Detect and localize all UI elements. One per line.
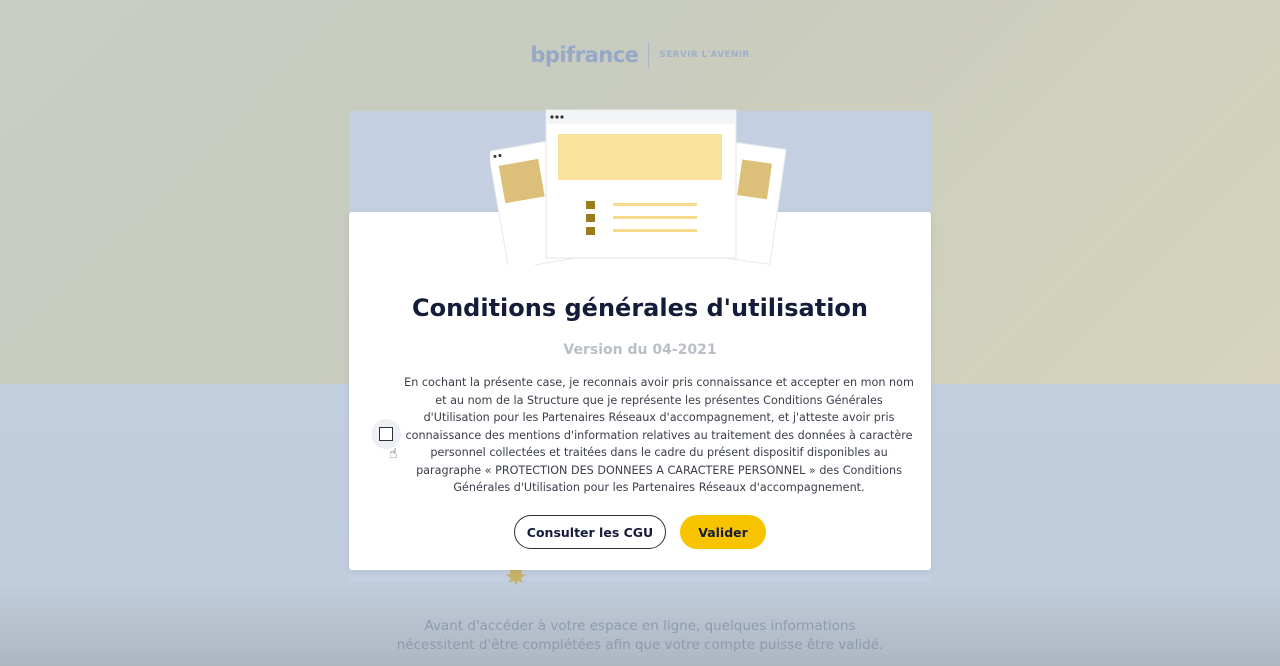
cgu-version: Version du 04-2021: [563, 342, 717, 358]
consult-cgu-button[interactable]: Consulter les CGU: [514, 515, 666, 549]
validate-button[interactable]: Valider: [680, 515, 766, 549]
modal-title: Conditions générales d'utilisation: [411, 294, 869, 322]
logo-divider: [648, 42, 650, 68]
brand-header: bpifrance SERVIR L'AVENIR: [0, 40, 1280, 70]
background-intro-paragraph: Avant d'accéder à votre espace en ligne,…: [396, 618, 884, 653]
background-intro-text: Avant d'accéder à votre espace en ligne,…: [0, 617, 1280, 655]
consent-checkbox[interactable]: [379, 427, 393, 441]
consent-checkbox-container[interactable]: [371, 419, 401, 449]
center-document-icon: [545, 109, 737, 259]
hand-cursor-icon: ☝: [389, 446, 398, 462]
documents-illustration-icon: [490, 109, 787, 265]
brand-tagline: SERVIR L'AVENIR: [659, 50, 750, 60]
brand-logo: bpifrance: [530, 43, 639, 67]
consent-text: En cochant la présente case, je reconnai…: [404, 376, 914, 494]
